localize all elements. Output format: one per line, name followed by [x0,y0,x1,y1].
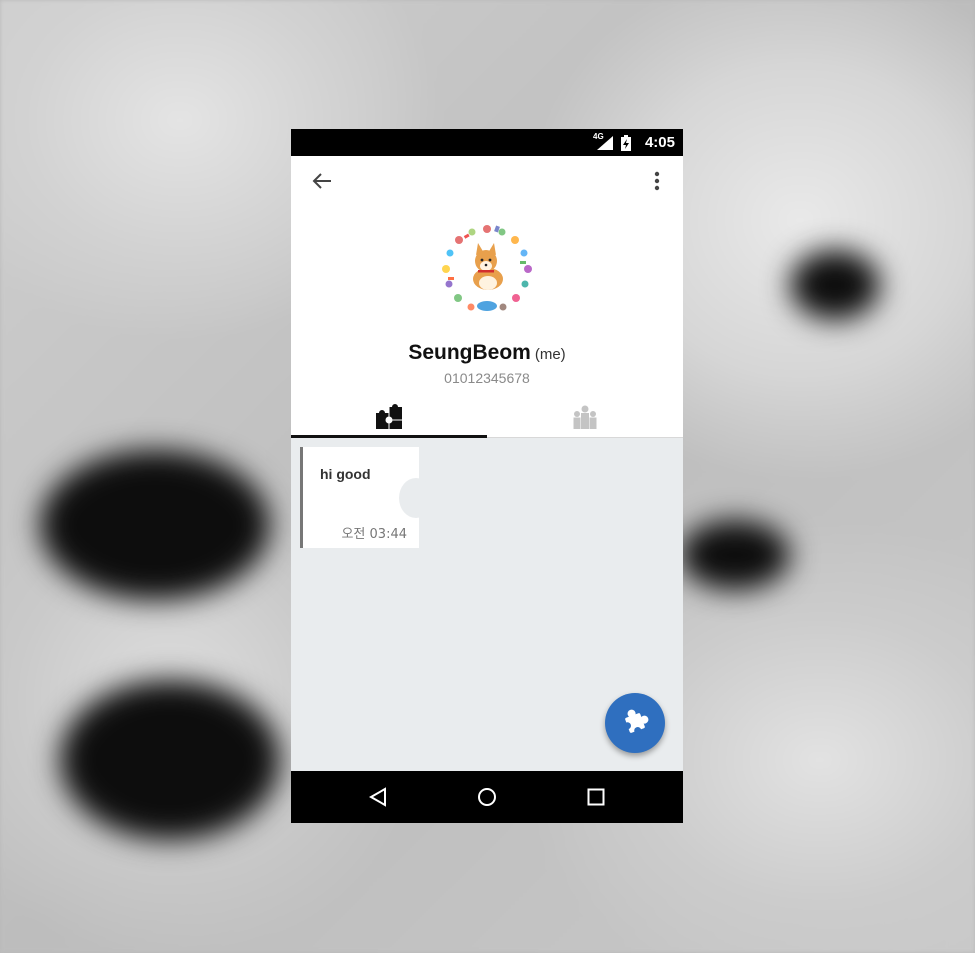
card-notch [399,478,433,518]
clock: 4:05 [644,134,675,151]
tab-groups[interactable] [487,397,683,437]
message-text: hi good [320,466,371,482]
app-bar [291,156,683,206]
background-shadow [60,680,280,840]
puzzle-pieces-icon [376,404,402,429]
nav-home-icon [478,788,496,806]
profile-phone: 01012345678 [444,370,530,386]
message-time: 오전 03:44 [341,527,407,542]
more-options-button[interactable] [643,164,671,198]
message-card[interactable]: hi good 오전 03:44 [300,447,433,548]
back-button[interactable] [305,164,339,198]
profile-name: SeungBeom [408,341,531,364]
signal-icon [597,136,613,150]
profile-name-row: SeungBeom (me) [291,341,683,365]
nav-back-icon [368,787,386,807]
background-shadow [790,250,880,320]
profile-avatar[interactable] [438,221,536,319]
battery-icon [621,135,631,151]
status-bar: 4G 4:05 [291,129,683,156]
arrow-back-icon [312,173,331,189]
puzzle-piece-icon [623,709,649,735]
background-shadow [680,520,790,590]
nav-recents-icon [587,788,605,806]
tab-puzzles[interactable] [291,397,487,437]
nav-back-button[interactable] [364,783,392,811]
group-people-icon [573,405,597,429]
more-vert-icon [654,171,660,191]
me-label: (me) [534,346,566,363]
add-puzzle-button[interactable] [605,693,665,753]
phone-screen: 4G 4:05 SeungBeom (me) 01012345678 hi go… [291,129,683,823]
background-shadow [40,450,270,600]
corgi-wreath-avatar-icon [442,225,532,311]
nav-home-button[interactable] [473,783,501,811]
profile-tabs [291,397,683,438]
system-nav-bar [291,771,683,823]
nav-recents-button[interactable] [582,783,610,811]
